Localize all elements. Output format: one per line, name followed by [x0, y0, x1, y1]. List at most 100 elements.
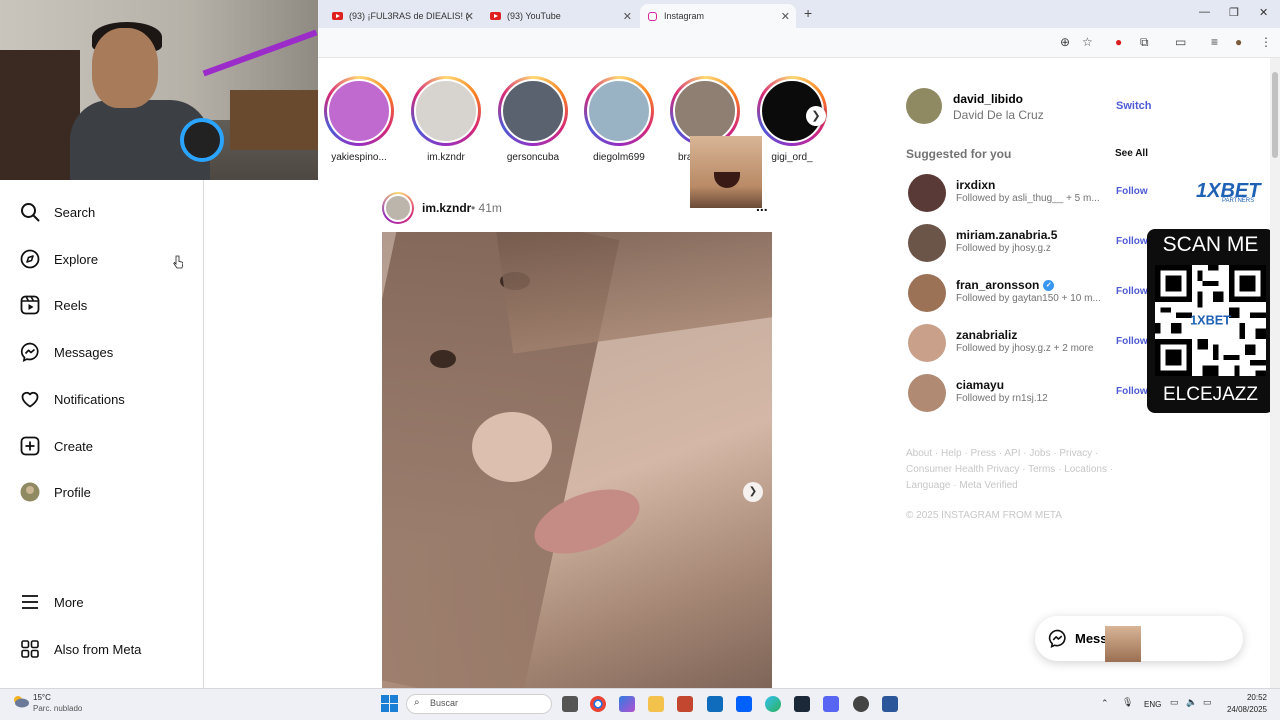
network-icon[interactable]: ▭ [1170, 697, 1179, 708]
office-icon[interactable] [677, 696, 693, 712]
suggestion-followed-by: Followed by rn1sj.12 [956, 393, 1048, 404]
suggestion-avatar[interactable] [908, 324, 946, 362]
post-username[interactable]: im.kzndr [422, 201, 471, 215]
sidebar-item-messages[interactable]: Messages [20, 337, 113, 367]
story-avatar [414, 79, 478, 143]
taskbar [0, 688, 1280, 720]
cast-icon[interactable]: ▭ [1175, 35, 1186, 49]
switch-account-button[interactable]: Switch [1116, 100, 1151, 112]
media-icon[interactable]: ≡ [1211, 35, 1218, 49]
close-icon[interactable]: ✕ [623, 10, 632, 23]
clock-date[interactable]: 24/08/2025 [1219, 705, 1267, 714]
messenger-icon [1048, 629, 1066, 648]
zoom-icon[interactable]: ⊕ [1060, 35, 1070, 49]
follow-button[interactable]: Follow [1116, 186, 1148, 197]
sidebar-item-profile[interactable]: Profile [20, 477, 91, 507]
windows-start-icon[interactable] [381, 695, 398, 712]
sidebar-item-explore[interactable]: Explore [20, 244, 98, 274]
star-icon[interactable]: ☆ [1082, 35, 1093, 49]
sidebar-item-also-from-meta[interactable]: Also from Meta [20, 634, 141, 664]
story-avatar [501, 79, 565, 143]
tab-youtube-2[interactable]: (93) YouTube ✕ [482, 4, 638, 28]
story-username: diegolm699 [593, 152, 645, 163]
profile-icon[interactable]: ● [1235, 35, 1242, 49]
story-item[interactable]: diegolm699 [582, 76, 656, 163]
tab-bar: (93) ¡FUL3RAS de DIEALIS! ( ✕ (93) YouTu… [318, 0, 1280, 28]
file-explorer-icon[interactable] [648, 696, 664, 712]
suggestion-username[interactable]: zanabrializ [956, 328, 1017, 342]
taskbar-search-input[interactable] [406, 694, 552, 714]
sidebar-item-notifications[interactable]: Notifications [20, 384, 125, 414]
story-item[interactable]: yakiespino... [322, 76, 396, 163]
messages-label[interactable]: Mess [1075, 631, 1108, 646]
suggestion-username[interactable]: ciamayu [956, 378, 1004, 392]
close-icon[interactable]: ✕ [465, 10, 474, 23]
sidebar-item-label: Search [54, 204, 96, 220]
suggestion-avatar[interactable] [908, 224, 946, 262]
clock-time[interactable]: 20:52 [1219, 693, 1267, 702]
suggestion-avatar[interactable] [908, 274, 946, 312]
follow-button[interactable]: Follow [1116, 236, 1148, 247]
obs-icon[interactable] [853, 696, 869, 712]
task-view-icon[interactable] [562, 696, 578, 712]
new-tab-button[interactable]: + [804, 5, 812, 21]
story-item[interactable]: im.kzndr [409, 76, 483, 163]
chevron-up-icon[interactable]: ⌃ [1101, 698, 1109, 709]
sponsor-tagline: PARTNERS [1222, 198, 1255, 204]
post-next-button[interactable]: ❯ [743, 482, 763, 502]
current-user-avatar[interactable] [906, 88, 942, 124]
scrollbar-thumb[interactable] [1272, 72, 1278, 158]
follow-button[interactable]: Follow [1116, 286, 1148, 297]
close-icon[interactable]: ✕ [781, 10, 790, 23]
post-avatar[interactable] [382, 192, 414, 224]
outlook-icon[interactable] [707, 696, 723, 712]
calculator-icon[interactable] [882, 696, 898, 712]
svg-text:1XBET: 1XBET [1190, 314, 1231, 328]
youtube-icon [332, 12, 343, 20]
footer-links[interactable]: About · Help · Press · API · Jobs · Priv… [906, 446, 1116, 494]
current-user-username[interactable]: david_libido [953, 92, 1023, 106]
follow-button[interactable]: Follow [1116, 336, 1148, 347]
volume-icon[interactable]: 🔈 [1186, 697, 1197, 708]
stories-next-button[interactable]: ❯ [806, 106, 826, 126]
post-image[interactable] [382, 232, 772, 688]
suggestion-username[interactable]: fran_aronsson ✓ [956, 278, 1055, 292]
see-all-link[interactable]: See All [1115, 148, 1148, 159]
follow-button[interactable]: Follow [1116, 386, 1148, 397]
close-window-icon[interactable]: ✕ [1259, 6, 1268, 19]
suggestion-username[interactable]: miriam.zanabria.5 [956, 228, 1057, 242]
language-indicator[interactable]: ENG [1144, 700, 1161, 709]
opera-icon[interactable]: ● [1115, 35, 1122, 49]
suggestion-username[interactable]: irxdixn [956, 178, 995, 192]
steam-icon[interactable] [794, 696, 810, 712]
sidebar-item-label: More [54, 594, 84, 610]
suggestion-avatar[interactable] [908, 374, 946, 412]
chrome-icon[interactable] [590, 696, 606, 712]
discord-icon[interactable] [823, 696, 839, 712]
search-icon [20, 202, 40, 222]
sidebar-item-more[interactable]: More [20, 587, 84, 617]
sidebar-item-create[interactable]: Create [20, 431, 93, 461]
tab-instagram[interactable]: Instagram ✕ [640, 4, 796, 28]
promo-code: ELCEJAZZ [1162, 384, 1259, 405]
tab-youtube-1[interactable]: (93) ¡FUL3RAS de DIEALIS! ( ✕ [324, 4, 480, 28]
minimize-icon[interactable]: — [1199, 6, 1210, 18]
suggestion-avatar[interactable] [908, 174, 946, 212]
extensions-icon[interactable]: ⧉ [1140, 35, 1149, 50]
suggestion-row: fran_aronsson ✓ Followed by gaytan150 + 1… [908, 274, 1148, 312]
story-item[interactable]: gersoncuba [496, 76, 570, 163]
battery-icon[interactable]: ▭ [1203, 697, 1212, 708]
microphone-icon[interactable]: 🎙 [1122, 697, 1133, 708]
sidebar-item-search[interactable]: Search [20, 197, 95, 227]
kebab-menu-icon[interactable]: ⋮ [1260, 35, 1272, 49]
dropbox-icon[interactable] [736, 696, 752, 712]
weather-icon[interactable] [12, 694, 30, 708]
restore-icon[interactable]: ❐ [1229, 6, 1239, 19]
copilot-icon[interactable] [619, 696, 635, 712]
messenger-icon [20, 342, 40, 362]
compass-icon [20, 249, 40, 269]
suggestion-row: zanabrializ Followed by jhosy.g.z + 2 mo… [908, 324, 1148, 362]
post-options-button[interactable]: ... [756, 198, 768, 214]
edge-icon[interactable] [765, 696, 781, 712]
sidebar-item-reels[interactable]: Reels [20, 290, 87, 320]
